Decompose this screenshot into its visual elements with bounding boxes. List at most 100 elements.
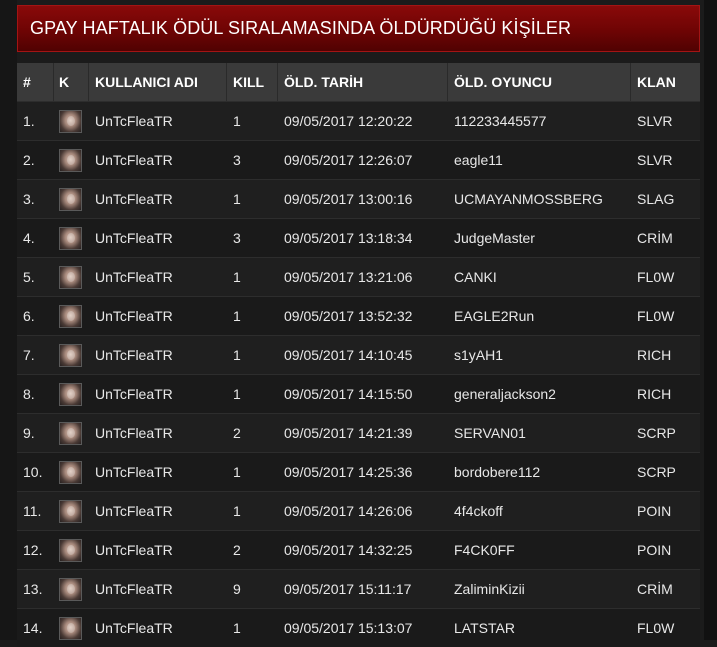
killed-player: SERVAN01 [454, 425, 526, 441]
kills-table: # K KULLANICI ADI KILL ÖLD. TARİH ÖLD. O… [17, 63, 700, 647]
kill-date: 09/05/2017 15:11:17 [284, 581, 412, 597]
table-row: 3. UnTcFleaTR 1 09/05/2017 13:00:16 UCMAYANM… [17, 179, 700, 218]
kill-date: 09/05/2017 14:25:36 [284, 464, 413, 480]
kill-count: 1 [233, 620, 241, 636]
killed-player: 4f4ckoff [454, 503, 503, 519]
kill-count: 2 [233, 425, 241, 441]
avatar-cell [54, 577, 89, 601]
clan-name: SLAG [637, 191, 675, 207]
player-avatar-icon [59, 538, 82, 562]
col-header-kill: KILL [227, 63, 278, 101]
row-number: 12. [23, 542, 43, 558]
clan-name: SLVR [637, 113, 673, 129]
username-link[interactable]: UnTcFleaTR [89, 581, 227, 597]
table-row: 2. UnTcFleaTR 3 09/05/2017 12:26:07 eagle11 S… [17, 140, 700, 179]
username-link[interactable]: UnTcFleaTR [89, 347, 227, 363]
avatar-cell [54, 460, 89, 484]
kill-date: 09/05/2017 13:21:06 [284, 269, 413, 285]
username-link[interactable]: UnTcFleaTR [89, 620, 227, 636]
clan-name: RICH [637, 386, 672, 402]
username-link[interactable]: UnTcFleaTR [89, 308, 227, 324]
killed-player: bordobere112 [454, 464, 541, 480]
table-row: 14. UnTcFleaTR 1 09/05/2017 15:13:07 LATSTAR… [17, 608, 700, 647]
player-avatar-icon [59, 577, 82, 601]
kill-count: 3 [233, 152, 241, 168]
username-link[interactable]: UnTcFleaTR [89, 113, 227, 129]
kill-date: 09/05/2017 14:32:25 [284, 542, 413, 558]
username-link[interactable]: UnTcFleaTR [89, 542, 227, 558]
username-link[interactable]: UnTcFleaTR [89, 464, 227, 480]
table-row: 9. UnTcFleaTR 2 09/05/2017 14:21:39 SERVAN01… [17, 413, 700, 452]
page-title: GPAY HAFTALIK ÖDÜL SIRALAMASINDA ÖLDÜRDÜ… [17, 5, 700, 52]
kill-count: 1 [233, 386, 241, 402]
avatar-cell [54, 421, 89, 445]
col-header-username: KULLANICI ADI [89, 63, 227, 101]
kill-count: 1 [233, 464, 241, 480]
kill-count: 1 [233, 269, 241, 285]
username-link[interactable]: UnTcFleaTR [89, 230, 227, 246]
col-header-date: ÖLD. TARİH [278, 63, 448, 101]
col-header-player: ÖLD. OYUNCU [448, 63, 631, 101]
clan-name: SCRP [637, 425, 676, 441]
killed-player: UCMAYANMOSSBERG [454, 191, 603, 207]
row-number: 6. [23, 308, 35, 324]
clan-name: RICH [637, 347, 672, 363]
page-margin-left [0, 0, 17, 640]
avatar-cell [54, 187, 89, 211]
player-avatar-icon [59, 187, 82, 211]
kill-count: 9 [233, 581, 241, 597]
kill-count: 3 [233, 230, 241, 246]
col-header-clan: KLAN [637, 74, 676, 90]
avatar-cell [54, 343, 89, 367]
avatar-cell [54, 148, 89, 172]
clan-name: POIN [637, 542, 672, 558]
table-row: 5. UnTcFleaTR 1 09/05/2017 13:21:06 CANKI FL0… [17, 257, 700, 296]
table-row: 13. UnTcFleaTR 9 09/05/2017 15:11:17 Zalimin… [17, 569, 700, 608]
clan-name: POIN [637, 503, 672, 519]
row-number: 4. [23, 230, 35, 246]
killed-player: JudgeMaster [454, 230, 535, 246]
username-link[interactable]: UnTcFleaTR [89, 503, 227, 519]
clan-name: FL0W [637, 620, 675, 636]
player-avatar-icon [59, 343, 82, 367]
table-row: 6. UnTcFleaTR 1 09/05/2017 13:52:32 EAGLE2Ru… [17, 296, 700, 335]
kill-count: 2 [233, 542, 241, 558]
username-link[interactable]: UnTcFleaTR [89, 386, 227, 402]
kill-date: 09/05/2017 12:26:07 [284, 152, 413, 168]
kill-date: 09/05/2017 15:13:07 [284, 620, 413, 636]
table-row: 7. UnTcFleaTR 1 09/05/2017 14:10:45 s1yAH1 RI… [17, 335, 700, 374]
killed-player: 112233445577 [454, 113, 547, 129]
avatar-cell [54, 109, 89, 133]
avatar-cell [54, 382, 89, 406]
player-avatar-icon [59, 421, 82, 445]
row-number: 11. [23, 503, 42, 519]
clan-name: SLVR [637, 152, 673, 168]
table-row: 4. UnTcFleaTR 3 09/05/2017 13:18:34 JudgeMas… [17, 218, 700, 257]
killed-player: F4CK0FF [454, 542, 515, 558]
kill-date: 09/05/2017 13:00:16 [284, 191, 413, 207]
kill-date: 09/05/2017 14:10:45 [284, 347, 413, 363]
killed-player: ZaliminKizii [454, 581, 525, 597]
row-number: 14. [23, 620, 43, 636]
table-row: 10. UnTcFleaTR 1 09/05/2017 14:25:36 bordobe… [17, 452, 700, 491]
row-number: 2. [23, 152, 35, 168]
killed-player: LATSTAR [454, 620, 515, 636]
table-row: 8. UnTcFleaTR 1 09/05/2017 14:15:50 generalj… [17, 374, 700, 413]
username-link[interactable]: UnTcFleaTR [89, 269, 227, 285]
kill-count: 1 [233, 113, 241, 129]
username-link[interactable]: UnTcFleaTR [89, 191, 227, 207]
killed-player: generaljackson2 [454, 386, 556, 402]
player-avatar-icon [59, 226, 82, 250]
username-link[interactable]: UnTcFleaTR [89, 425, 227, 441]
player-avatar-icon [59, 616, 82, 640]
table-row: 1. UnTcFleaTR 1 09/05/2017 12:20:22 11223344… [17, 101, 700, 140]
killed-player: CANKI [454, 269, 497, 285]
row-number: 10. [23, 464, 43, 480]
player-avatar-icon [59, 499, 82, 523]
avatar-cell [54, 304, 89, 328]
row-number: 8. [23, 386, 35, 402]
avatar-cell [54, 616, 89, 640]
row-number: 13. [23, 581, 43, 597]
username-link[interactable]: UnTcFleaTR [89, 152, 227, 168]
col-header-k: K [54, 63, 89, 101]
